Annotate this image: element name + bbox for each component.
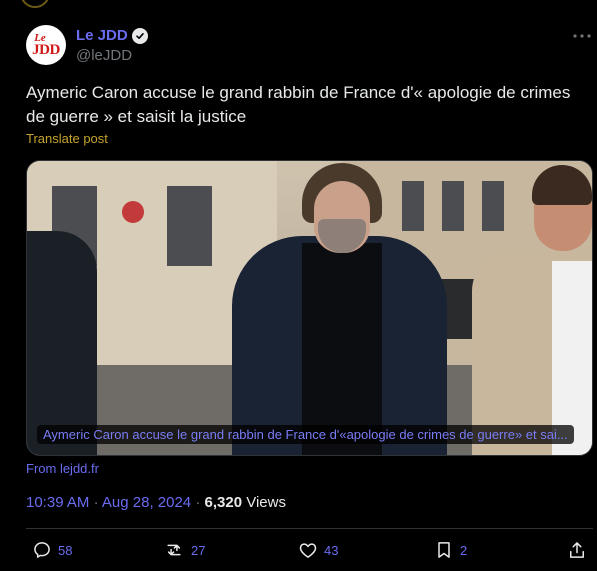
views-count: 6,320 [204,494,243,511]
photo-person-center [232,161,447,455]
from-source-link[interactable]: From lejdd.fr [26,461,99,476]
photo-person-left [27,231,97,455]
link-card[interactable]: Aymeric Caron accuse le grand rabbin de … [26,160,593,456]
divider [26,528,593,529]
repost-button[interactable]: 27 [163,540,205,560]
repost-count: 27 [191,542,206,558]
like-button[interactable]: 43 [298,540,338,560]
author-block: Le JDD @leJDD [76,27,148,64]
meta-separator: · [93,494,99,511]
avatar-text-jdd: JDD [32,42,60,58]
card-caption: Aymeric Caron accuse le grand rabbin de … [37,425,574,444]
meta-separator: · [195,494,201,511]
reply-count: 58 [58,542,73,558]
post-text: Aymeric Caron accuse le grand rabbin de … [26,83,571,126]
photo-person-right [472,161,592,455]
more-icon[interactable] [572,28,592,44]
reply-button[interactable]: 58 [32,540,72,560]
post: Le JDD Le JDD @leJDD Aymeric Caron accus… [0,0,597,571]
action-bar: 58 27 43 2 [26,540,593,564]
verified-icon[interactable] [131,27,148,44]
reply-icon [32,540,52,560]
views-label: Views [246,494,286,511]
share-icon [567,540,587,560]
bookmark-count: 2 [460,542,468,558]
share-button[interactable] [567,540,587,560]
author-name-row: Le JDD [76,27,148,44]
post-meta: 10:39 AM · Aug 28, 2024 · 6,320 Views [26,494,286,511]
post-date[interactable]: Aug 28, 2024 [102,494,191,511]
avatar[interactable]: Le JDD [26,25,66,65]
bookmark-button[interactable]: 2 [434,540,467,560]
bookmark-icon [434,540,454,560]
like-count: 43 [324,542,339,558]
author-handle[interactable]: @leJDD [76,47,148,64]
post-time[interactable]: 10:39 AM [26,494,89,511]
repost-icon [163,540,185,560]
like-icon [298,540,318,560]
translate-post-link[interactable]: Translate post [26,131,108,146]
author-name[interactable]: Le JDD [76,27,128,44]
